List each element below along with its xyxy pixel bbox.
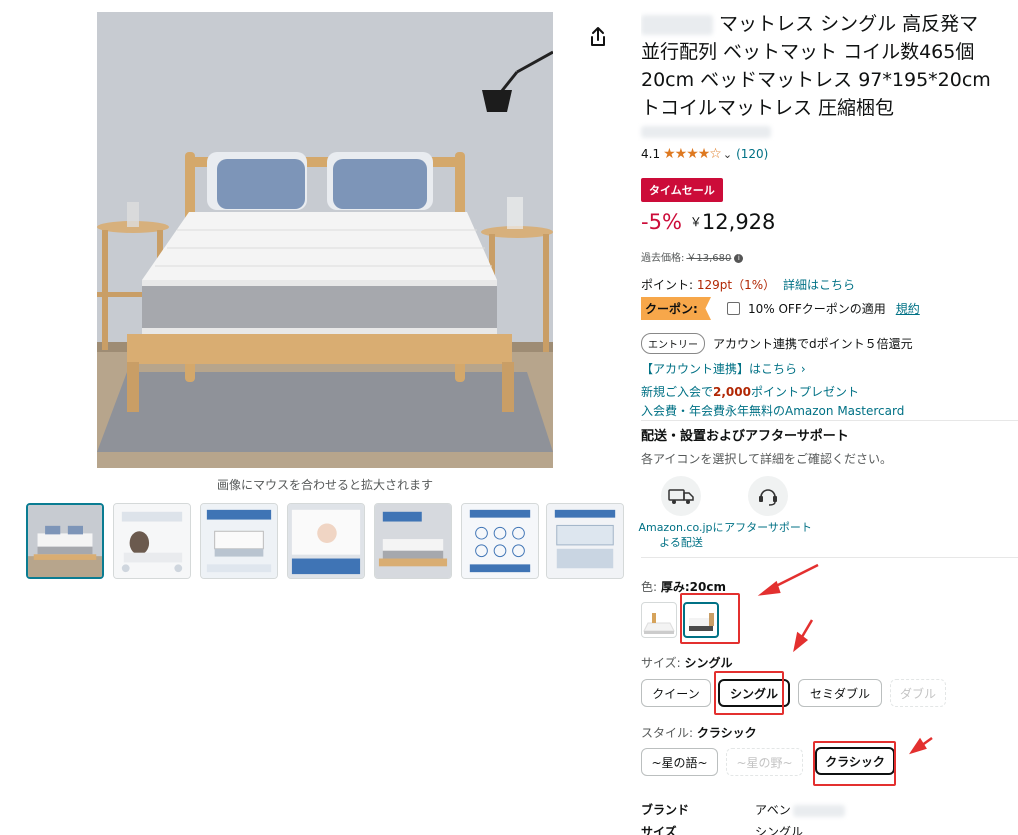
title-line-1: マットレス シングル 高反発マ <box>719 13 979 35</box>
review-count[interactable]: (120) <box>736 147 768 161</box>
thumbnail-3[interactable] <box>200 503 278 579</box>
size-label-prefix: サイズ: <box>641 656 685 670</box>
style-option-classic[interactable]: クラシック <box>815 747 895 775</box>
spec-value: シングル <box>755 825 804 835</box>
past-price-value: ￥13,680 <box>686 253 732 264</box>
main-product-image[interactable] <box>97 12 553 468</box>
delivery-service-label: Amazon.co.jpによる配送 <box>638 521 724 549</box>
spec-value: アベン <box>755 801 845 818</box>
thumbnail-4[interactable] <box>287 503 365 579</box>
coupon-checkbox[interactable] <box>727 302 740 315</box>
bedroom-mattress-photo <box>97 12 553 468</box>
color-label: 色: 厚み:20cm <box>641 578 726 595</box>
chevron-down-icon[interactable]: ⌄ <box>723 148 732 161</box>
currency-symbol: ￥ <box>689 215 702 229</box>
redacted-brand <box>641 14 713 35</box>
promo-points: 2,000 <box>713 385 751 399</box>
delivery-section-subtitle: 各アイコンを選択して詳細をご確認ください。 <box>641 452 893 466</box>
points-details-link[interactable]: 詳細はこちら <box>783 278 855 292</box>
thumbnail-7[interactable] <box>546 503 624 579</box>
style-label: スタイル: クラシック <box>641 724 757 741</box>
after-support-service[interactable]: アフターサポート <box>723 476 813 535</box>
price-row: -5% ￥ 12,928 <box>641 210 775 234</box>
redacted-brand-name <box>792 804 845 817</box>
product-title[interactable]: マットレス シングル 高反発マ 並行配列 ベットマット コイル数465個 20c… <box>641 10 1018 122</box>
thumbnail-5[interactable] <box>374 503 452 579</box>
spec-row-brand: ブランド アベン <box>641 801 845 818</box>
divider <box>641 420 1018 421</box>
rating-value: 4.1 <box>641 147 661 161</box>
spec-key: ブランド <box>641 803 690 817</box>
thumbnail-6[interactable] <box>461 503 539 579</box>
redacted-store-link <box>641 126 771 138</box>
points-row: ポイント: 129pt（1%） 詳細はこちら <box>641 276 855 293</box>
color-swatch-2[interactable] <box>683 602 719 638</box>
title-line-3: 20cm ベッドマットレス 97*195*20cm <box>641 69 991 91</box>
star-rating-icon[interactable]: ★★★★☆ <box>663 146 722 162</box>
title-line-4: トコイルマットレス 圧縮梱包 <box>641 97 895 119</box>
coupon-text[interactable]: 10% OFFクーポンの適用 <box>748 300 886 317</box>
past-price-label: 過去価格: <box>641 253 685 264</box>
delivery-truck-icon <box>661 476 701 516</box>
spec-row-size: サイズ シングル <box>641 823 803 835</box>
price-amount: 12,928 <box>701 210 776 234</box>
rating-row[interactable]: 4.1 ★★★★☆ ⌄ (120) <box>641 146 768 162</box>
zoom-hint: 画像にマウスを合わせると拡大されます <box>216 478 433 492</box>
points-label: ポイント: <box>641 278 694 292</box>
entry-button[interactable]: エントリー <box>641 333 705 354</box>
size-option-queen[interactable]: クイーン <box>641 679 711 707</box>
brand-value: アベン <box>755 803 791 817</box>
time-sale-badge: タイムセール <box>641 178 723 202</box>
account-link[interactable]: 【アカウント連携】はこちら › <box>641 360 806 377</box>
entry-text: アカウント連携でdポイント５倍還元 <box>713 337 913 351</box>
title-line-2: 並行配列 ベットマット コイル数465個 <box>641 41 975 63</box>
support-service-label: アフターサポート <box>724 521 812 534</box>
style-label-prefix: スタイル: <box>641 726 697 740</box>
size-option-semi-double[interactable]: セミダブル <box>798 679 882 707</box>
entry-row: エントリー アカウント連携でdポイント５倍還元 <box>641 333 913 354</box>
style-option-hoshi-no-no[interactable]: ~星の野~ <box>726 748 803 776</box>
style-label-value: クラシック <box>696 726 757 740</box>
headset-support-icon <box>748 476 788 516</box>
size-label-value: シングル <box>684 656 733 670</box>
promo-text-pre: 新規ご入会で <box>641 385 714 399</box>
share-icon[interactable] <box>588 26 608 48</box>
color-label-value: 厚み:20cm <box>660 580 726 594</box>
size-label: サイズ: シングル <box>641 654 733 671</box>
thumbnail-2[interactable] <box>113 503 191 579</box>
card-promo-line-1[interactable]: 新規ご入会で2,000ポイントプレゼント <box>641 383 859 400</box>
color-label-prefix: 色: <box>641 580 661 594</box>
coupon-terms-link[interactable]: 規約 <box>896 300 920 317</box>
spec-key: サイズ <box>641 825 677 835</box>
card-promo-line-2[interactable]: 入会費・年会費永年無料のAmazon Mastercard <box>641 402 904 419</box>
coupon-row: クーポン: 10% OFFクーポンの適用 規約 <box>641 297 920 320</box>
amazon-delivery-service[interactable]: Amazon.co.jpによる配送 <box>636 476 726 550</box>
divider <box>641 557 1018 558</box>
promo-text-post: ポイントプレゼント <box>750 385 859 399</box>
delivery-section-title: 配送・設置およびアフターサポート <box>641 429 849 444</box>
points-value: 129pt（1%） <box>696 278 776 292</box>
info-icon[interactable]: i <box>734 253 744 263</box>
style-option-hoshi-no-go[interactable]: ~星の語~ <box>641 748 718 776</box>
past-price: 過去価格: ￥13,680 i <box>641 249 744 264</box>
thumbnail-1[interactable] <box>26 503 104 579</box>
size-option-double[interactable]: ダブル <box>890 679 946 707</box>
color-swatch-1[interactable] <box>641 602 677 638</box>
discount-percent: -5% <box>641 210 682 234</box>
size-option-single[interactable]: シングル <box>718 679 790 707</box>
coupon-tag: クーポン: <box>641 297 711 320</box>
